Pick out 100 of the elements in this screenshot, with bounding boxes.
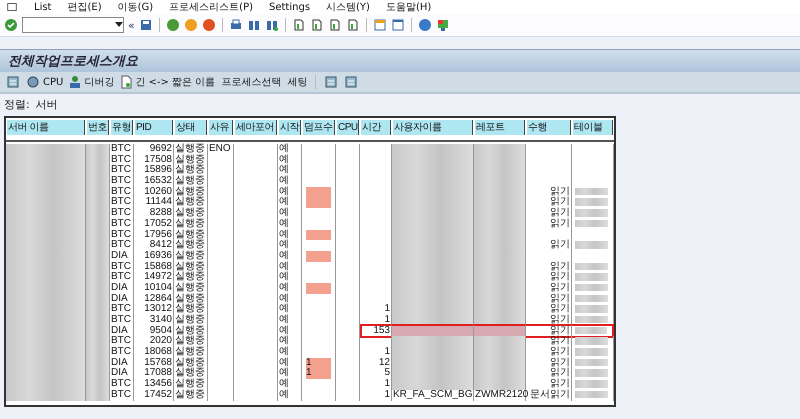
redacted-cell bbox=[572, 272, 614, 283]
table-cell: 예 bbox=[278, 218, 302, 230]
nav-glyph[interactable]: « bbox=[128, 18, 135, 32]
table-cell: BTC bbox=[110, 208, 134, 219]
sort-value: 서버 bbox=[36, 97, 58, 112]
column-header[interactable]: PID bbox=[135, 120, 173, 135]
table-cell: 10104 bbox=[134, 282, 174, 294]
redacted-cell bbox=[572, 282, 614, 294]
debug-button[interactable]: 디버깅 bbox=[69, 75, 114, 89]
table-cell: 실행중 bbox=[174, 218, 208, 230]
menu-item[interactable]: 도움말(H) bbox=[386, 0, 432, 14]
table-cell: 15896 bbox=[134, 165, 174, 176]
table-cell: BTC bbox=[110, 197, 134, 208]
table-cell: 13456 bbox=[134, 379, 174, 390]
table-cell: 읽기 bbox=[526, 304, 572, 316]
column-header[interactable]: 수행 bbox=[527, 120, 571, 135]
column-header[interactable]: CPU bbox=[337, 120, 359, 135]
table-cell: 실행중 bbox=[174, 186, 208, 198]
caret-icon[interactable] bbox=[115, 22, 123, 28]
redacted-cell bbox=[572, 358, 614, 368]
window-icon[interactable] bbox=[390, 18, 405, 32]
column-header[interactable]: 번호 bbox=[87, 120, 109, 135]
user-icon bbox=[69, 75, 82, 89]
print-icon[interactable] bbox=[228, 18, 243, 32]
table-cell: BTC bbox=[110, 144, 134, 155]
table-cell: 읽기 bbox=[526, 197, 572, 208]
table-cell: BTC bbox=[110, 272, 134, 283]
menu-item[interactable]: 프로세스리스트(P) bbox=[169, 0, 254, 14]
page-icon[interactable] bbox=[310, 18, 324, 32]
column-header[interactable]: 상태 bbox=[175, 120, 207, 135]
redacted-cell bbox=[572, 336, 614, 348]
column-header[interactable]: 사유 bbox=[209, 120, 233, 135]
table-cell: 예 bbox=[278, 315, 302, 326]
table-cell: 실행중 bbox=[174, 282, 208, 294]
table-cell: 실행중 bbox=[174, 272, 208, 283]
table-cell: 읽기 bbox=[526, 218, 572, 230]
table-cell: 예 bbox=[278, 197, 302, 208]
table-cell: 16532 bbox=[134, 176, 174, 187]
toolbar-button[interactable]: 프로세스선택 bbox=[221, 75, 282, 89]
table-cell: 예 bbox=[278, 250, 302, 262]
toolbar-button[interactable]: 세팅 bbox=[287, 75, 308, 89]
cpu-button[interactable]: CPU bbox=[26, 75, 64, 89]
table-cell: 예 bbox=[278, 368, 302, 380]
document-icon[interactable] bbox=[324, 75, 338, 89]
table-cell: 읽기 bbox=[526, 379, 572, 390]
table-cell: 예 bbox=[278, 165, 302, 176]
column-header[interactable]: 시간 bbox=[361, 120, 391, 135]
menu-item[interactable]: 편집(E) bbox=[67, 0, 102, 14]
window-icon[interactable] bbox=[6, 0, 18, 14]
menu-item[interactable]: Settings bbox=[269, 2, 310, 12]
table-cell: BTC bbox=[110, 218, 134, 230]
table-cell: 2020 bbox=[134, 336, 174, 348]
redacted-cell bbox=[474, 144, 526, 155]
table-cell: 17088 bbox=[134, 368, 174, 380]
menu-item[interactable]: 이동(G) bbox=[118, 0, 154, 14]
column-header[interactable]: 세마포어 bbox=[235, 120, 277, 135]
column-header[interactable]: 서버 이름 bbox=[7, 120, 85, 135]
table-cell: 예 bbox=[278, 358, 302, 368]
column-header[interactable]: 덤프수 bbox=[303, 120, 335, 135]
table-cell: 실행중 bbox=[174, 368, 208, 380]
document-icon[interactable] bbox=[6, 75, 20, 89]
table-cell: ENO bbox=[208, 144, 234, 155]
table-cell: 실행중 bbox=[174, 144, 208, 155]
command-field[interactable] bbox=[22, 17, 124, 33]
table-cell: 16936 bbox=[134, 250, 174, 262]
table-cell: 실행중 bbox=[174, 390, 208, 401]
column-header[interactable]: 레포트 bbox=[475, 120, 525, 135]
name-length-button[interactable]: 긴 <-> 짧은 이름 bbox=[120, 75, 216, 89]
column-header[interactable]: 사용자이름 bbox=[393, 120, 473, 135]
table-cell: 실행중 bbox=[174, 230, 208, 240]
table-cell: 예 bbox=[278, 336, 302, 348]
table-cell: 15868 bbox=[134, 262, 174, 272]
table-cell: 실행중 bbox=[174, 326, 208, 336]
table-cell: 실행중 bbox=[174, 250, 208, 262]
table-cell: 실행중 bbox=[174, 262, 208, 272]
table-cell: 실행중 bbox=[174, 294, 208, 304]
table-cell: KR_FA_SCM_BG bbox=[392, 390, 474, 401]
column-header[interactable]: 시작 bbox=[279, 120, 301, 135]
table-cell: 예 bbox=[278, 262, 302, 272]
table-cell: 예 bbox=[278, 304, 302, 316]
window-layout-icon[interactable] bbox=[372, 18, 387, 32]
table-cell: 읽기 bbox=[526, 347, 572, 358]
redacted-cell bbox=[86, 390, 110, 401]
page-icon[interactable] bbox=[346, 18, 360, 32]
table-cell: 11144 bbox=[134, 197, 174, 208]
table-cell: 17956 bbox=[134, 230, 174, 240]
page-icon[interactable] bbox=[328, 18, 342, 32]
document-icon[interactable] bbox=[344, 75, 358, 89]
checkmark-icon[interactable] bbox=[4, 18, 18, 32]
column-header[interactable]: 테이블 bbox=[573, 120, 613, 135]
table-cell: 실행중 bbox=[174, 304, 208, 316]
table-cell: BTC bbox=[110, 304, 134, 316]
save-icon[interactable] bbox=[138, 18, 153, 32]
column-header[interactable]: 유형 bbox=[111, 120, 133, 135]
menu-item[interactable]: List bbox=[34, 2, 52, 12]
table-cell: 읽기 bbox=[526, 208, 572, 219]
table-cell: BTC bbox=[110, 154, 134, 166]
dump-flag: 1 bbox=[306, 358, 331, 368]
menu-item[interactable]: 시스템(Y) bbox=[326, 0, 370, 14]
page-icon[interactable] bbox=[292, 18, 306, 32]
